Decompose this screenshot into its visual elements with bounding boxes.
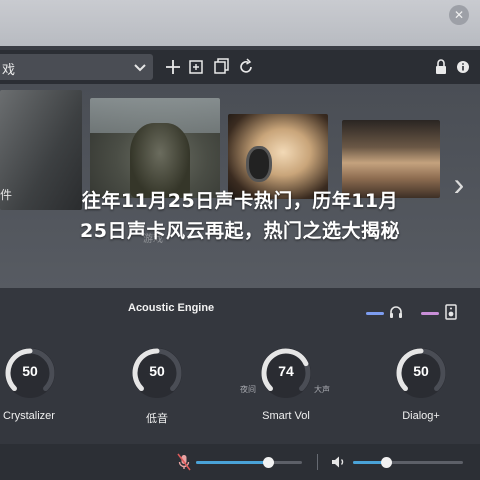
refresh-icon[interactable] bbox=[236, 56, 256, 78]
knob-smart-vol[interactable]: 74 bbox=[259, 346, 313, 400]
profile-dropdown-value: 戏 bbox=[2, 62, 16, 77]
knob-value: 50 bbox=[22, 363, 38, 379]
close-icon[interactable]: ✕ bbox=[449, 5, 469, 25]
knob-bass[interactable]: 50 bbox=[130, 346, 184, 400]
smart-vol-max-label: 大声 bbox=[314, 385, 330, 394]
acoustic-engine-title: Acoustic Engine bbox=[128, 302, 215, 314]
knob-label-smart-vol: Smart Vol bbox=[262, 410, 310, 422]
volume-slider[interactable] bbox=[353, 457, 463, 468]
smart-vol-min-label: 夜间 bbox=[240, 385, 256, 394]
lock-icon[interactable] bbox=[431, 56, 451, 78]
headphone-graphic bbox=[246, 146, 272, 182]
add-frame-icon[interactable] bbox=[187, 56, 207, 78]
chevron-down-icon[interactable] bbox=[133, 57, 147, 80]
headphone-icon[interactable] bbox=[387, 304, 405, 322]
copy-icon[interactable] bbox=[211, 56, 231, 78]
headphone-mode-indicator bbox=[366, 312, 384, 315]
headline-line-1: 往年11月25日声卡热门，历年11月 bbox=[81, 190, 399, 212]
volume-thumb[interactable] bbox=[380, 457, 392, 468]
headline-line-2: 25日声卡风云再起，热门之选大揭秘 bbox=[80, 220, 400, 242]
article-headline: 往年11月25日声卡热门，历年11月 25日声卡风云再起，热门之选大揭秘 bbox=[0, 186, 480, 246]
mic-level-slider[interactable] bbox=[196, 457, 302, 468]
bottom-volume-bar bbox=[0, 444, 480, 480]
knob-label-bass: 低音 bbox=[146, 413, 168, 425]
knob-label-crystalizer: Crystalizer bbox=[3, 410, 55, 422]
profile-dropdown[interactable]: 戏 bbox=[0, 54, 153, 80]
bottom-divider bbox=[317, 454, 318, 470]
knob-label-dialog-plus: Dialog+ bbox=[402, 410, 440, 422]
speaker-mode-indicator bbox=[421, 312, 439, 315]
speaker-icon[interactable] bbox=[443, 304, 459, 322]
carousel-tile-war-game[interactable] bbox=[90, 98, 220, 198]
microphone-icon[interactable] bbox=[176, 453, 192, 471]
volume-icon[interactable] bbox=[331, 453, 347, 471]
mic-level-fill bbox=[196, 461, 269, 464]
knob-value: 50 bbox=[149, 363, 165, 379]
toolbar: 戏 bbox=[0, 50, 480, 84]
mic-level-thumb[interactable] bbox=[262, 457, 274, 468]
info-icon[interactable] bbox=[453, 56, 473, 78]
knob-value: 50 bbox=[413, 363, 429, 379]
knob-value: 74 bbox=[278, 363, 294, 379]
knob-crystalizer[interactable]: 50 bbox=[3, 346, 57, 400]
acoustic-engine-panel: Acoustic Engine 50 Crystalizer 50 低音 74 … bbox=[0, 288, 480, 444]
plus-icon[interactable] bbox=[163, 56, 183, 78]
window-title-strip: ✕ bbox=[0, 0, 480, 46]
knob-dialog-plus[interactable]: 50 bbox=[394, 346, 448, 400]
